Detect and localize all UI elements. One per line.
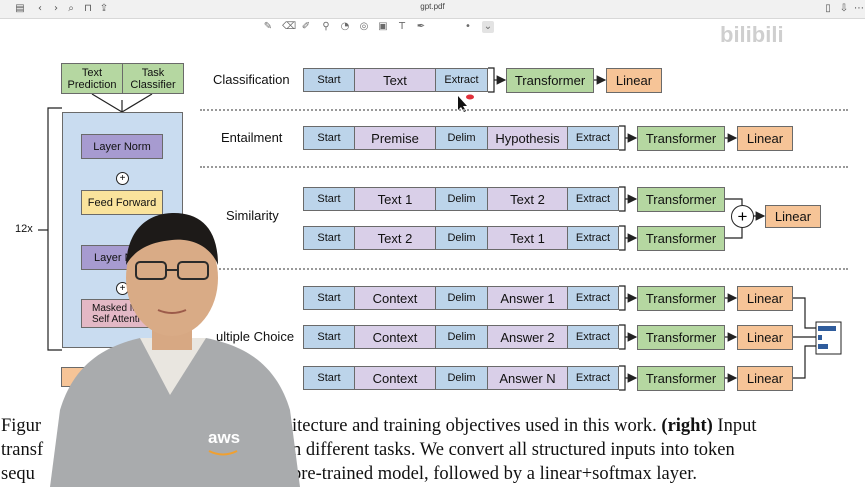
separator-2 (200, 166, 848, 168)
caption-line-1: Figur (1, 415, 41, 438)
token-hypothesis: Hypothesis (487, 126, 568, 150)
token-extract: Extract (435, 68, 488, 92)
token-extract: Extract (567, 187, 619, 211)
linear-box: Linear (765, 205, 821, 228)
token-text-2: Text 2 (354, 226, 436, 250)
shirt-logo: aws (208, 428, 241, 447)
token-start: Start (303, 325, 355, 349)
token-premise: Premise (354, 126, 436, 150)
token-extract: Extract (567, 325, 619, 349)
token-delim: Delim (435, 226, 488, 250)
token-extract: Extract (567, 366, 619, 390)
linear-box: Linear (737, 325, 793, 350)
linear-box: Linear (737, 126, 793, 151)
caption-line-3b: pre-trained model, followed by a linear+… (292, 463, 697, 486)
token-start: Start (303, 226, 355, 250)
caption-fragment: Input (717, 416, 757, 436)
token-extract: Extract (567, 226, 619, 250)
token-delim: Delim (435, 286, 488, 310)
classification-label: Classification (213, 72, 290, 87)
token-delim: Delim (435, 366, 488, 390)
token-answer-1: Answer 1 (487, 286, 568, 310)
transformer-box: Transformer (637, 226, 725, 251)
entailment-label: Entailment (221, 130, 283, 145)
repeat-count-label: 12x (15, 223, 33, 235)
token-start: Start (303, 68, 355, 92)
token-answer-2: Answer 2 (487, 325, 568, 349)
token-delim: Delim (435, 325, 488, 349)
caption-fragment: itecture and training objectives used in… (292, 416, 657, 436)
linear-box: Linear (737, 286, 793, 311)
transformer-box: Transformer (637, 126, 725, 151)
caption-fragment: pre-trained model, followed by a linear+… (292, 464, 697, 484)
caption-line-2b: n different tasks. We convert all struct… (292, 439, 735, 462)
token-start: Start (303, 286, 355, 310)
caption-fragment: n different tasks. We convert all struct… (292, 440, 735, 460)
token-delim: Delim (435, 187, 488, 211)
caption-bold: (right) (661, 416, 713, 436)
token-extract: Extract (567, 286, 619, 310)
transformer-box: Transformer (637, 325, 725, 350)
logo-smile (208, 450, 238, 456)
separator-1 (200, 109, 848, 111)
transformer-box: Transformer (506, 68, 594, 93)
token-text: Text (354, 68, 436, 92)
caption-fragment: transf (1, 440, 44, 460)
token-context: Context (354, 286, 436, 310)
token-start: Start (303, 366, 355, 390)
token-delim: Delim (435, 126, 488, 150)
token-extract: Extract (567, 126, 619, 150)
task-classifier-box: Task Classifier (122, 63, 184, 94)
presenter-video-overlay: aws (40, 210, 302, 487)
token-answer-n: Answer N (487, 366, 568, 390)
token-start: Start (303, 187, 355, 211)
token-context: Context (354, 325, 436, 349)
sum-icon: + (731, 205, 754, 228)
token-context: Context (354, 366, 436, 390)
linear-box: Linear (737, 366, 793, 391)
layer-norm-top: Layer Norm (81, 134, 163, 159)
transformer-box: Transformer (637, 187, 725, 212)
transformer-box: Transformer (637, 366, 725, 391)
bilibili-watermark: bilibili (720, 22, 784, 47)
presenter-silhouette (50, 213, 300, 487)
token-start: Start (303, 126, 355, 150)
caption-fragment: sequ (1, 464, 35, 484)
residual-add-icon: + (116, 172, 129, 185)
transformer-box: Transformer (637, 286, 725, 311)
caption-fragment: Figur (1, 416, 42, 436)
linear-box: Linear (606, 68, 662, 93)
caption-line-3: sequ (1, 463, 35, 486)
token-text-1: Text 1 (487, 226, 568, 250)
token-text-1: Text 1 (354, 187, 436, 211)
caption-line-2: transf (1, 439, 43, 462)
caption-line-1b: itecture and training objectives used in… (292, 415, 756, 438)
text-prediction-box: Text Prediction (61, 63, 123, 94)
token-text-2: Text 2 (487, 187, 568, 211)
